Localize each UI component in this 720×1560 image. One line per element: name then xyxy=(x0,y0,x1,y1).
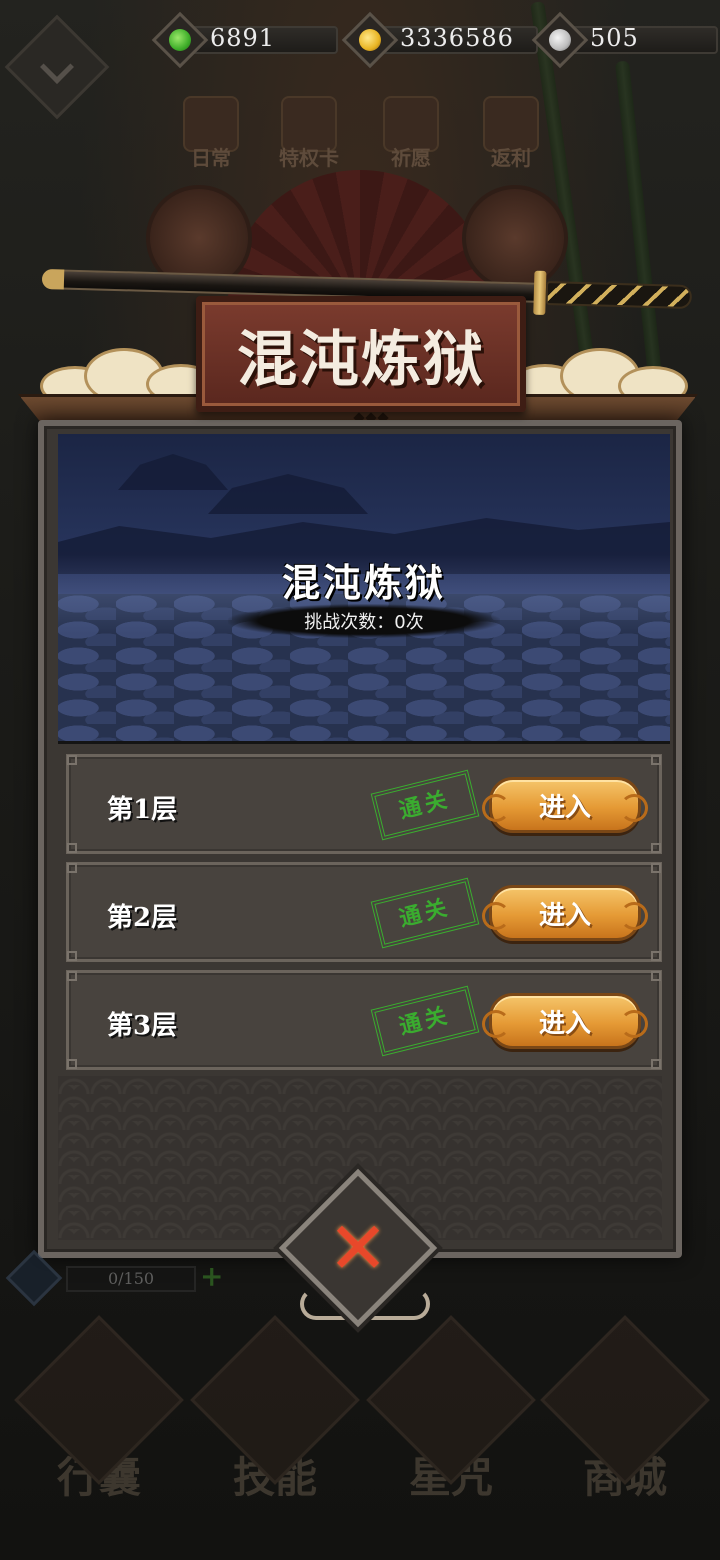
cleared-stamp: 通关 xyxy=(370,877,480,949)
level-name: 第3层 xyxy=(107,1011,178,1041)
bg-menu-privilege-card: 特权卡 xyxy=(272,96,346,171)
chevron-down-icon xyxy=(40,50,74,84)
bg-menu-wish: 祈愿 xyxy=(374,96,448,171)
enter-button-level-3[interactable]: 进入 xyxy=(482,993,641,1049)
enter-button-level-2[interactable]: 进入 xyxy=(482,885,641,941)
currency-silver[interactable]: 505 xyxy=(531,11,718,69)
bottom-nav-bag: 行囊 xyxy=(14,1315,184,1530)
stage-banner: 混沌炼狱 挑战次数：0次 xyxy=(58,434,670,744)
cleared-stamp: 通关 xyxy=(370,769,480,841)
bottom-nav: 行囊 技能 星咒 商城 xyxy=(0,1315,720,1560)
add-energy-icon: + xyxy=(200,1260,224,1293)
enter-button-level-1[interactable]: 进入 xyxy=(482,777,641,833)
currency-gold[interactable]: 3336586 xyxy=(341,11,540,69)
level-row-1: 第1层 通关 进入 xyxy=(66,754,662,854)
jade-drop-icon xyxy=(151,11,209,69)
level-name: 第2层 xyxy=(107,903,178,933)
gold-coin-icon xyxy=(341,11,399,69)
modal-title-board: 混沌炼狱 xyxy=(196,296,526,412)
lightning-icon xyxy=(5,1249,63,1307)
currency-silver-value: 505 xyxy=(590,24,639,52)
close-icon: ✕ xyxy=(327,1206,389,1290)
energy-value: 0/150 xyxy=(66,1266,196,1292)
bottom-nav-star-curse: 星咒 xyxy=(366,1315,536,1530)
purgatory-modal: 混沌炼狱 挑战次数：0次 第1层 通关 进入 第2层 通关 进入 第3层 通关 … xyxy=(38,420,682,1258)
level-row-3: 第3层 通关 进入 xyxy=(66,970,662,1070)
bg-menu-daily: 日常 xyxy=(174,96,248,171)
modal-title: 混沌炼狱 xyxy=(237,324,485,395)
challenge-count-bar: 挑战次数：0次 xyxy=(228,604,500,638)
level-row-2: 第2层 通关 进入 xyxy=(66,862,662,962)
energy-meter: 0/150 + xyxy=(5,1249,224,1307)
level-name: 第1层 xyxy=(107,795,178,825)
currency-jade[interactable]: 6891 xyxy=(151,11,340,69)
currency-jade-value: 6891 xyxy=(210,24,276,52)
bottom-nav-skills: 技能 xyxy=(190,1315,360,1530)
silver-swirl-icon xyxy=(531,11,589,69)
cleared-stamp: 通关 xyxy=(370,985,480,1057)
bottom-nav-shop: 商城 xyxy=(540,1315,710,1530)
stage-title: 混沌炼狱 xyxy=(281,560,446,605)
currency-gold-value: 3336586 xyxy=(400,24,514,52)
bg-menu-rebate: 返利 xyxy=(474,96,548,171)
challenge-count-text: 挑战次数：0次 xyxy=(304,612,424,633)
